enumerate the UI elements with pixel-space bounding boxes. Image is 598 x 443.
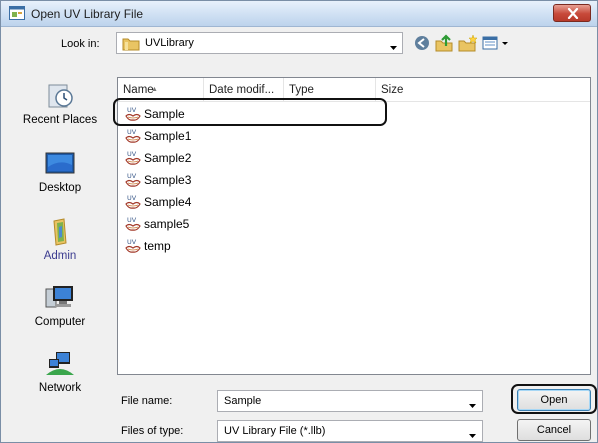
svg-text:UV: UV — [127, 150, 137, 158]
file-name-value: Sample — [224, 395, 262, 407]
close-icon — [567, 8, 579, 19]
place-label: Recent Places — [22, 114, 98, 126]
look-in-value: UVLibrary — [145, 37, 194, 49]
column-size[interactable]: Size — [376, 78, 446, 102]
look-in-dropdown[interactable]: UVLibrary — [116, 32, 403, 54]
computer-icon — [45, 286, 73, 308]
file-name: Sample3 — [144, 173, 192, 187]
place-admin[interactable]: Admin — [5, 217, 115, 262]
cancel-button[interactable]: Cancel — [517, 419, 591, 441]
back-button[interactable] — [411, 32, 433, 54]
file-row[interactable]: UV Sample2 — [118, 147, 590, 169]
open-button-highlight — [511, 384, 597, 414]
folder-icon — [122, 36, 140, 54]
close-button[interactable] — [553, 4, 591, 22]
file-name-label: File name: — [121, 395, 173, 407]
up-one-level-button[interactable] — [433, 32, 455, 54]
svg-text:UV: UV — [127, 216, 137, 224]
file-row[interactable]: UV Sample3 — [118, 169, 590, 191]
file-type-value: UV Library File (*.llb) — [224, 425, 326, 437]
dialog-title: Open UV Library File — [31, 7, 144, 21]
file-rows: UV Sample UV Sample1 UV Sample2 UV Sample3 UV Sam… — [118, 103, 590, 257]
file-name: Sample2 — [144, 151, 192, 165]
svg-text:UV: UV — [127, 194, 137, 202]
place-network[interactable]: Network — [5, 349, 115, 394]
file-row[interactable]: UV temp — [118, 235, 590, 257]
place-label: Network — [38, 382, 82, 394]
new-folder-icon — [458, 34, 478, 52]
file-row[interactable]: UV Sample4 — [118, 191, 590, 213]
network-icon — [46, 352, 74, 375]
desktop-icon — [45, 152, 75, 174]
file-row[interactable]: UV sample5 — [118, 213, 590, 235]
user-folder-icon — [53, 218, 67, 246]
dialog-app-icon — [9, 6, 25, 20]
file-name: Sample4 — [144, 195, 192, 209]
title-bar[interactable]: Open UV Library File — [1, 1, 597, 27]
recent-places-icon — [48, 84, 73, 108]
svg-text:UV: UV — [127, 238, 137, 246]
file-type-dropdown[interactable]: UV Library File (*.llb) — [217, 420, 483, 442]
place-computer[interactable]: Computer — [5, 283, 115, 328]
file-type-label: Files of type: — [121, 425, 184, 437]
uv-library-file-icon: UV — [124, 237, 142, 262]
column-date-label: Date modif... — [209, 84, 275, 96]
file-name: Sample1 — [144, 129, 192, 143]
place-recent-places[interactable]: Recent Places — [5, 81, 115, 126]
file-name: temp — [144, 239, 171, 253]
back-arrow-icon — [415, 36, 429, 50]
new-folder-button[interactable] — [457, 32, 479, 54]
column-type-label: Type — [289, 84, 314, 96]
file-name: sample5 — [144, 217, 190, 231]
place-label: Desktop — [38, 182, 82, 194]
place-desktop[interactable]: Desktop — [5, 149, 115, 194]
column-name-label: Name — [123, 84, 154, 96]
places-bar: Recent Places Desktop Admin Computer Net… — [5, 77, 115, 439]
chevron-down-icon — [390, 41, 397, 53]
look-in-label: Look in: — [61, 38, 100, 50]
views-menu-icon — [482, 36, 508, 50]
place-label: Admin — [43, 250, 77, 262]
column-size-label: Size — [381, 84, 404, 96]
svg-text:UV: UV — [127, 172, 137, 180]
up-folder-icon — [435, 34, 453, 52]
svg-text:UV: UV — [127, 128, 137, 136]
chevron-down-icon[interactable] — [469, 399, 476, 411]
chevron-down-icon — [469, 429, 476, 441]
open-file-dialog: Open UV Library File Look in: UVLibrary — [0, 0, 598, 443]
file-row[interactable]: UV Sample1 — [118, 125, 590, 147]
views-menu-button[interactable] — [479, 32, 513, 54]
place-label: Computer — [34, 316, 86, 328]
file-name-input[interactable]: Sample — [217, 390, 483, 412]
selected-file-highlight — [113, 98, 387, 126]
